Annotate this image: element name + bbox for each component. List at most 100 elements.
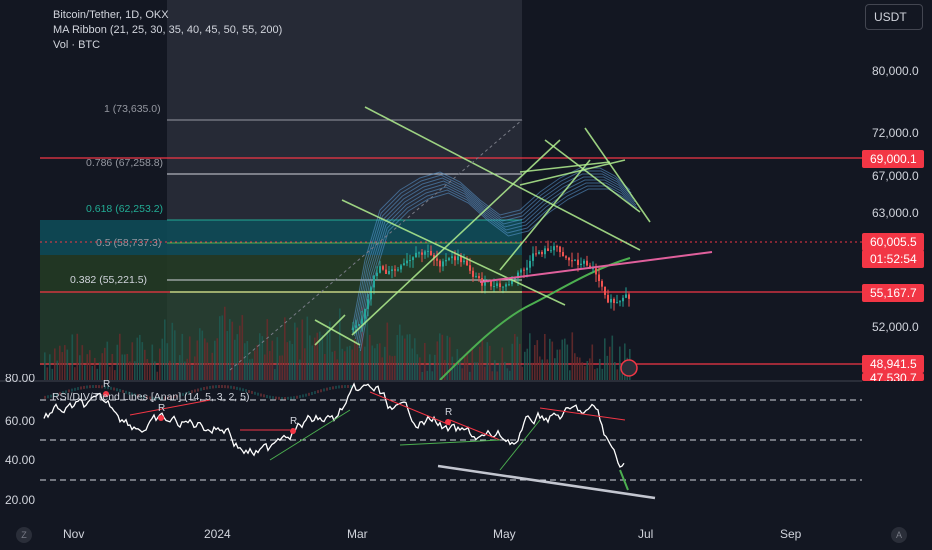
- volume-bar: [499, 362, 501, 380]
- candle-body: [355, 325, 357, 328]
- price-tag-48941: 48,941.5: [862, 355, 924, 373]
- volume-bar: [181, 333, 184, 380]
- zoom-reset-button[interactable]: Z: [16, 527, 32, 543]
- volume-bar: [61, 352, 64, 380]
- volume-bar: [439, 333, 441, 380]
- candle-body: [221, 385, 223, 389]
- volume-legend[interactable]: Vol · BTC: [53, 38, 282, 53]
- volume-bar: [496, 371, 499, 380]
- candle-body: [583, 260, 585, 264]
- last-price-tag: 60,005.5: [862, 233, 924, 251]
- rsi-tick: 20.00: [5, 493, 36, 507]
- candle-body: [341, 385, 343, 389]
- volume-bar: [214, 340, 216, 380]
- candle-body: [493, 286, 495, 288]
- candle-body: [335, 385, 337, 389]
- volume-bar: [466, 351, 469, 380]
- chart-canvas[interactable]: 1 (73,635.0) 0.786 (67,258.8) 0.618 (62,25…: [0, 0, 932, 550]
- volume-bar: [101, 353, 104, 380]
- volume-bar: [279, 355, 281, 380]
- volume-bar: [139, 334, 141, 380]
- chart-area[interactable]: 1 (73,635.0) 0.786 (67,258.8) 0.618 (62,25…: [0, 0, 932, 550]
- rsi-marker-dot: [290, 428, 296, 434]
- candle-body: [311, 391, 313, 395]
- volume-bar: [389, 355, 391, 380]
- volume-bar: [171, 322, 174, 380]
- candle-body: [272, 396, 274, 400]
- volume-bar: [486, 342, 489, 380]
- volume-bar: [79, 355, 81, 380]
- volume-bar: [111, 353, 114, 380]
- volume-bar: [124, 354, 126, 380]
- volume-bar: [356, 344, 359, 380]
- volume-bar: [354, 338, 356, 380]
- volume-bar: [64, 345, 66, 380]
- volume-bar: [434, 354, 436, 380]
- candle-body: [358, 324, 360, 326]
- candle-body: [215, 385, 217, 389]
- rsi-divergence-line: [399, 439, 501, 446]
- fib-level-label: 1 (73,635.0): [104, 103, 161, 115]
- volume-bar: [516, 336, 519, 380]
- auto-scale-button[interactable]: A: [891, 527, 907, 543]
- volume-bar: [539, 356, 541, 380]
- volume-bar: [114, 370, 116, 380]
- volume-bar: [404, 338, 406, 380]
- candle-body: [77, 387, 79, 391]
- volume-bar: [239, 325, 241, 380]
- candle-body: [323, 388, 325, 392]
- candle-body: [580, 263, 582, 265]
- volume-bar: [121, 354, 124, 380]
- volume-bar: [561, 339, 564, 380]
- volume-bar: [431, 371, 434, 380]
- time-tick: May: [493, 527, 516, 541]
- volume-bar: [569, 370, 571, 380]
- volume-bar: [424, 343, 426, 380]
- volume-bar: [146, 359, 149, 380]
- volume-bar: [576, 356, 579, 380]
- candle-body: [86, 385, 88, 389]
- volume-bar: [519, 343, 521, 380]
- volume-bar: [264, 354, 266, 380]
- candle-body: [254, 391, 256, 395]
- volume-bar: [414, 338, 416, 380]
- symbol-title[interactable]: Bitcoin/Tether, 1D, OKX: [53, 8, 282, 23]
- candle-body: [556, 246, 558, 248]
- candle-body: [427, 250, 429, 252]
- volume-bar: [526, 348, 529, 380]
- volume-bar: [284, 317, 286, 380]
- candle-body: [547, 248, 549, 252]
- volume-bar: [464, 356, 466, 380]
- candle-body: [430, 250, 432, 256]
- candle-body: [628, 294, 630, 299]
- candle-body: [278, 396, 280, 400]
- candle-body: [236, 386, 238, 390]
- candle-body: [604, 286, 606, 295]
- volume-bar: [521, 366, 524, 380]
- candle-body: [475, 276, 477, 278]
- volume-bar: [281, 355, 284, 380]
- volume-bar: [551, 341, 554, 380]
- candle-body: [421, 252, 423, 255]
- volume-bar: [99, 362, 101, 380]
- price-tick: 72,000.0: [872, 126, 919, 140]
- rsi-tick: 60.00: [5, 414, 36, 428]
- volume-bar: [161, 338, 164, 380]
- rsi-marker-label: R: [290, 416, 297, 427]
- volume-bar: [529, 333, 531, 380]
- candle-body: [314, 391, 316, 395]
- volume-bar: [86, 354, 89, 380]
- rsi-indicator-label[interactable]: RSI/DIV/Trend Lines [Anan] (14, 5, 3, 2,…: [52, 391, 249, 403]
- candle-body: [382, 266, 384, 270]
- volume-bar: [129, 361, 131, 380]
- volume-bar: [259, 333, 261, 380]
- ma-ribbon-legend[interactable]: MA Ribbon (21, 25, 30, 35, 40, 45, 50, 5…: [53, 23, 282, 38]
- rsi-marker-label: R: [103, 379, 110, 390]
- candle-body: [361, 318, 363, 325]
- candle-body: [532, 253, 534, 261]
- currency-selector-button[interactable]: USDT: [865, 4, 923, 30]
- candle-body: [526, 267, 528, 271]
- candle-body: [565, 256, 567, 258]
- volume-bar: [611, 335, 614, 380]
- candle-body: [469, 265, 471, 271]
